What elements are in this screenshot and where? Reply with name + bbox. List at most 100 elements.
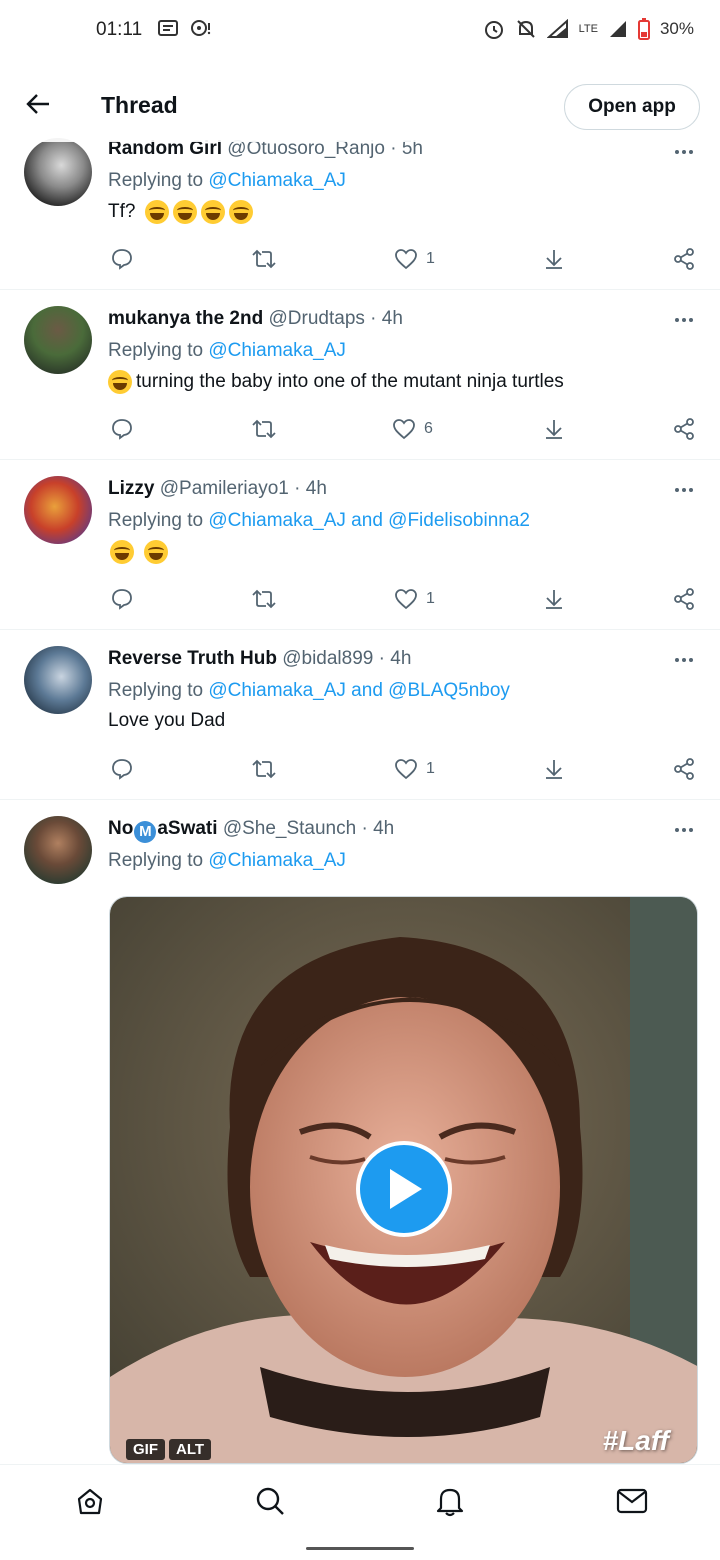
battery-icon [637, 18, 650, 40]
mute-icon [516, 20, 535, 38]
author-handle[interactable]: @Pamileriayo1 [160, 478, 289, 499]
laughing-emoji-icon [229, 200, 254, 224]
heart-icon [393, 419, 415, 440]
mention-link[interactable]: @Chiamaka_AJ and @BLAQ5nboy [208, 680, 510, 701]
author-name[interactable]: Lizzy [108, 478, 154, 499]
mention-link[interactable]: @Chiamaka_AJ [208, 340, 346, 361]
nav-messages[interactable] [612, 1481, 652, 1521]
gif-media[interactable]: GIF ALT #Laff [109, 896, 698, 1464]
reply-button[interactable] [110, 754, 134, 784]
replying-to: Replying to @Chiamaka_AJ and @Fidelisobi… [108, 510, 530, 531]
nav-search[interactable] [250, 1481, 290, 1521]
tweet-text: Love you Dad [108, 710, 226, 731]
share-button[interactable] [542, 244, 566, 274]
chat-alert-icon [191, 20, 211, 36]
retweet-button[interactable] [250, 414, 278, 444]
reply-button[interactable] [110, 244, 134, 274]
mention-link[interactable]: @Chiamaka_AJ [208, 850, 346, 871]
retweet-icon [252, 419, 276, 439]
download-icon [546, 250, 562, 269]
author-handle[interactable]: @She_Staunch [223, 818, 356, 839]
laughing-emoji-icon [173, 200, 198, 224]
like-button[interactable]: 6 [392, 414, 433, 444]
alarm-icon [484, 21, 503, 39]
tweet[interactable]: Lizzy @Pamileriayo1 · 4h Replying to @Ch… [0, 460, 720, 630]
more-icon [675, 658, 693, 662]
share-link-button[interactable] [672, 584, 696, 614]
status-bar: 01:11 LTE 30% [0, 0, 720, 62]
more-icon [675, 318, 693, 322]
share-button[interactable] [542, 584, 566, 614]
share-link-button[interactable] [672, 754, 696, 784]
back-button[interactable] [18, 84, 58, 124]
share-button[interactable] [542, 754, 566, 784]
share-icon [674, 758, 694, 780]
replying-to: Replying to @Chiamaka_AJ [108, 850, 346, 871]
bottom-navigation [0, 1464, 720, 1536]
tweet[interactable]: Random Girl @Otuosoro_Ranjo · 5h Replyin… [0, 138, 720, 290]
replying-to: Replying to @Chiamaka_AJ and @BLAQ5nboy [108, 680, 510, 701]
retweet-button[interactable] [250, 584, 278, 614]
retweet-button[interactable] [250, 754, 278, 784]
page-title: Thread [101, 92, 178, 118]
tweet-time: · 4h [294, 478, 327, 499]
reply-button[interactable] [110, 414, 134, 444]
share-link-button[interactable] [672, 414, 696, 444]
more-options-button[interactable] [672, 820, 696, 840]
download-icon [546, 590, 562, 609]
signal-icon [546, 19, 568, 38]
more-options-button[interactable] [672, 480, 696, 500]
play-button[interactable] [356, 1141, 452, 1237]
like-button[interactable]: 1 [394, 754, 435, 784]
avatar[interactable] [24, 138, 92, 206]
name-badge-icon: M [134, 821, 157, 843]
open-app-button[interactable]: Open app [564, 84, 700, 130]
tweet-time: · 4h [370, 308, 403, 329]
replying-to: Replying to @Chiamaka_AJ [108, 170, 346, 191]
download-icon [546, 760, 562, 779]
avatar[interactable] [24, 476, 92, 544]
more-icon [675, 150, 693, 154]
download-icon [546, 420, 562, 439]
play-icon [390, 1169, 422, 1209]
nav-notifications[interactable] [430, 1481, 470, 1521]
tweet[interactable]: Reverse Truth Hub @bidal899 · 4h Replyin… [0, 630, 720, 800]
arrow-left-icon [26, 94, 49, 114]
author-handle[interactable]: @bidal899 [282, 648, 373, 669]
more-options-button[interactable] [672, 310, 696, 330]
avatar[interactable] [24, 646, 92, 714]
author-name[interactable]: No MaSwati [108, 818, 223, 843]
battery-percent: 30% [659, 19, 694, 38]
like-button[interactable]: 1 [394, 584, 435, 614]
heart-icon [395, 589, 417, 610]
like-button[interactable]: 1 [394, 244, 435, 274]
tweet-actions: 1 [108, 244, 698, 274]
laughing-emoji-icon [110, 540, 134, 564]
author-name[interactable]: mukanya the 2nd [108, 308, 263, 329]
more-options-button[interactable] [672, 142, 696, 162]
share-button[interactable] [542, 414, 566, 444]
share-icon [674, 588, 694, 610]
nav-home[interactable] [70, 1481, 110, 1521]
share-icon [674, 418, 694, 440]
avatar[interactable] [24, 816, 92, 884]
reply-button[interactable] [110, 584, 134, 614]
like-count: 1 [426, 760, 435, 777]
home-indicator[interactable] [306, 1547, 414, 1550]
tweet[interactable]: mukanya the 2nd @Drudtaps · 4h Replying … [0, 290, 720, 460]
mention-link[interactable]: @Chiamaka_AJ [208, 170, 346, 191]
share-link-button[interactable] [672, 244, 696, 274]
author-handle[interactable]: @Drudtaps [269, 308, 365, 329]
mention-link[interactable]: @Chiamaka_AJ and @Fidelisobinna2 [208, 510, 530, 531]
avatar[interactable] [24, 306, 92, 374]
retweet-button[interactable] [250, 244, 278, 274]
signal-icon [609, 21, 626, 37]
retweet-icon [252, 759, 276, 779]
tweet-text [108, 540, 168, 564]
laughing-emoji-icon [201, 200, 226, 224]
mail-icon [616, 1488, 648, 1514]
more-options-button[interactable] [672, 650, 696, 670]
alt-badge[interactable]: ALT [169, 1439, 212, 1460]
author-name[interactable]: Reverse Truth Hub [108, 648, 277, 669]
reply-icon [112, 419, 132, 440]
